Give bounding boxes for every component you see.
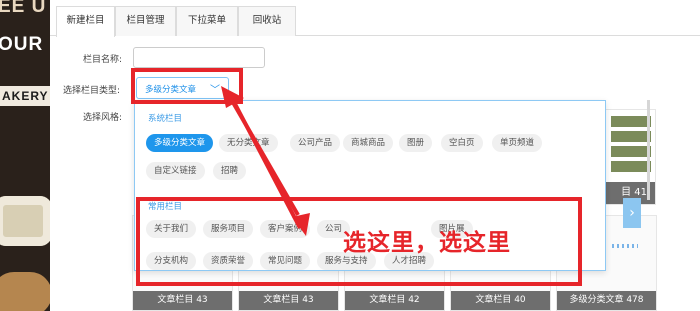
thumbnail-caption: 文章栏目 42	[345, 291, 444, 310]
option-mall-goods[interactable]: 商城商品	[343, 134, 394, 152]
photo-text-middle: OUR	[0, 34, 44, 55]
annotation-callout: 选这里，选这里	[343, 230, 511, 256]
photo-sign-text: AKERY	[0, 86, 50, 106]
annotation-box-select	[131, 68, 243, 104]
photo-text-top: EE U	[0, 0, 47, 17]
option-album[interactable]: 图册	[399, 134, 433, 152]
thumbnail-caption: 文章栏目 43	[239, 291, 338, 310]
thumbnail-scrollbar[interactable]	[647, 100, 650, 200]
thumbnail-caption: 多级分类文章 478	[557, 291, 656, 310]
background-photo: EE U OUR AKERY	[0, 0, 50, 311]
option-company-products[interactable]: 公司产品	[290, 134, 341, 152]
thumbnail-caption: 文章栏目 40	[451, 291, 550, 310]
system-columns-title: 系统栏目	[148, 114, 183, 124]
option-custom-link[interactable]: 自定义链接	[146, 162, 205, 180]
column-type-label: 选择栏目类型:	[63, 86, 121, 96]
style-label: 选择风格:	[83, 113, 123, 123]
thumbnail-caption: 文章栏目 43	[133, 291, 232, 310]
carousel-dots[interactable]	[612, 244, 638, 248]
option-recruitment[interactable]: 招聘	[213, 162, 247, 180]
tab-bar: 新建栏目 栏目管理 下拉菜单 回收站	[50, 0, 700, 37]
tab-dropdown-menu[interactable]: 下拉菜单	[176, 6, 238, 36]
tab-recycle-bin[interactable]: 回收站	[238, 6, 296, 36]
option-single-page-channel[interactable]: 单页频道	[492, 134, 543, 152]
tab-column-manage[interactable]: 栏目管理	[115, 6, 176, 36]
option-blank-page[interactable]: 空白页	[441, 134, 483, 152]
tab-new-column[interactable]: 新建栏目	[56, 6, 115, 37]
option-multilevel-article[interactable]: 多级分类文章	[146, 134, 214, 152]
column-name-label: 栏目名称:	[83, 55, 123, 65]
chevron-right-icon[interactable]: ›	[623, 198, 641, 228]
column-name-input[interactable]	[133, 47, 265, 68]
photo-food-plate	[0, 196, 50, 246]
thumbnail-images	[611, 116, 651, 176]
photo-bread	[0, 272, 50, 311]
option-unclassified-article[interactable]: 无分类文章	[219, 134, 278, 152]
